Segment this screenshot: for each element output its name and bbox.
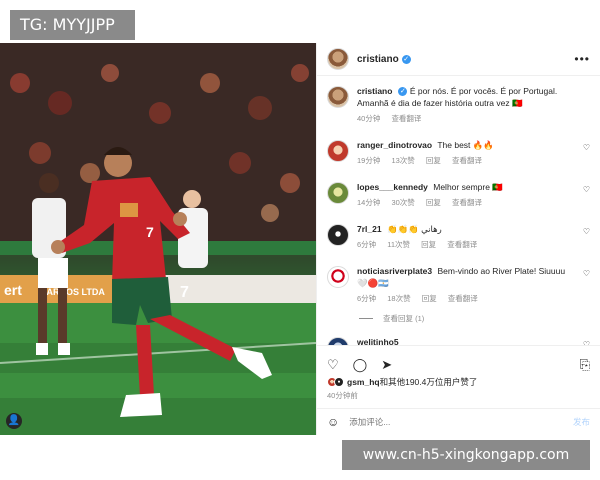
comment-item: 7rl_21 👏👏👏 رهاني 6分钟 11次赞 回复 查看翻译 ♡ [327, 223, 590, 251]
comment-item: welitinho5 ♡ [327, 336, 590, 345]
emoji-picker-icon[interactable]: ☺ [327, 415, 339, 429]
comment-username[interactable]: welitinho5 [357, 337, 399, 345]
comment-likes[interactable]: 30次赞 [391, 198, 414, 207]
share-send-icon[interactable]: ➤ [381, 357, 392, 373]
likes-count-text: 和其他190.4万位用户赞了 [379, 377, 478, 387]
comment-translate-link[interactable]: 查看翻译 [448, 294, 478, 303]
comment-translate-link[interactable]: 查看翻译 [452, 156, 482, 165]
add-comment-input[interactable] [349, 417, 573, 427]
comment-text: 👏👏👏 رهاني [386, 224, 442, 234]
comment-item: ranger_dinotrovao The best 🔥🔥 19分钟 13次赞 … [327, 139, 590, 167]
comment-bubble-icon[interactable]: ◯ [353, 357, 368, 373]
verified-badge-icon: ✓ [398, 87, 408, 97]
comment-reply-button[interactable]: 回复 [426, 156, 441, 165]
comment-reply-button[interactable]: 回复 [421, 240, 436, 249]
verified-badge-icon: ✓ [401, 54, 411, 64]
view-replies[interactable]: 查看回复 (1) [359, 313, 590, 324]
commenter-avatar[interactable] [327, 224, 349, 246]
bookmark-icon[interactable]: ⎘ [580, 357, 590, 373]
comment-username[interactable]: ranger_dinotrovao [357, 140, 432, 150]
svg-text:7: 7 [146, 224, 154, 240]
comment-text: The best 🔥🔥 [437, 140, 494, 150]
commenter-avatar[interactable] [327, 182, 349, 204]
comment-time: 14分钟 [357, 198, 381, 207]
comment-likes[interactable]: 18次赞 [387, 294, 410, 303]
caption-translate-link[interactable]: 查看翻译 [391, 114, 421, 123]
comment-time: 6分钟 [357, 294, 377, 303]
author-avatar[interactable] [327, 48, 349, 70]
comment-translate-link[interactable]: 查看翻译 [452, 198, 482, 207]
comment-like-heart-icon[interactable]: ♡ [583, 185, 590, 194]
watermark-top: TG: MYYJJPP [10, 10, 135, 40]
commenter-avatar[interactable] [327, 337, 349, 345]
svg-text:7: 7 [180, 284, 189, 301]
liker-username[interactable]: gsm_hq [347, 377, 380, 387]
caption-time: 40分钟 [357, 114, 381, 123]
comment-username[interactable]: noticiasriverplate3 [357, 266, 432, 276]
comment-like-heart-icon[interactable]: ♡ [583, 227, 590, 236]
svg-text:CARROS LTDA: CARROS LTDA [40, 287, 105, 297]
comment-time: 19分钟 [357, 156, 381, 165]
comments-list[interactable]: cristiano ✓ É por nós. É por vocês. É por… [317, 77, 600, 345]
caption: cristiano ✓ É por nós. É por vocês. É por… [327, 85, 590, 125]
comment-like-heart-icon[interactable]: ♡ [583, 269, 590, 278]
likes-summary[interactable]: gsm_hq和其他190.4万位用户赞了 [327, 376, 590, 388]
commenter-avatar[interactable] [327, 140, 349, 162]
post-photo[interactable]: ert CARROS LTDA 7 7 👤 [0, 43, 316, 435]
comment-item: lopes___kennedy Melhor sempre 🇵🇹 14分钟 30… [327, 181, 590, 209]
more-horizontal-icon[interactable]: ••• [574, 52, 590, 66]
comment-username[interactable]: lopes___kennedy [357, 182, 428, 192]
watermark-bottom: www.cn-h5-xingkongapp.com [342, 440, 590, 470]
tagged-user-icon[interactable]: 👤 [6, 413, 22, 429]
author-username[interactable]: cristiano [357, 54, 399, 65]
liker-avatar [334, 377, 344, 387]
comment-likes[interactable]: 13次赞 [391, 156, 414, 165]
comment-reply-button[interactable]: 回复 [426, 198, 441, 207]
comment-username[interactable]: 7rl_21 [357, 224, 382, 234]
post-header: cristiano ✓ ••• [317, 43, 600, 76]
post-details-panel: cristiano ✓ ••• cristiano ✓ É por nós. É … [316, 43, 600, 435]
svg-text:ert: ert [4, 282, 22, 298]
comment-translate-link[interactable]: 查看翻译 [447, 240, 477, 249]
commenter-avatar[interactable] [327, 266, 349, 288]
add-comment-bar: ☺ 发布 [317, 408, 600, 435]
like-heart-icon[interactable]: ♡ [327, 357, 339, 373]
caption-username[interactable]: cristiano [357, 86, 392, 96]
comment-item: noticiasriverplate3 Bem-vindo ao River P… [327, 265, 590, 305]
photo-illustration: ert CARROS LTDA 7 7 [0, 43, 316, 435]
replies-divider [359, 318, 373, 319]
comment-likes[interactable]: 11次赞 [387, 240, 410, 249]
post-comment-button[interactable]: 发布 [573, 416, 590, 428]
comment-time: 6分钟 [357, 240, 377, 249]
post-time: 40分钟前 [327, 391, 358, 400]
comment-like-heart-icon[interactable]: ♡ [583, 143, 590, 152]
comment-reply-button[interactable]: 回复 [422, 294, 437, 303]
view-replies-label[interactable]: 查看回复 (1) [383, 313, 424, 324]
comment-text: Melhor sempre 🇵🇹 [433, 182, 503, 192]
caption-avatar[interactable] [327, 86, 349, 108]
